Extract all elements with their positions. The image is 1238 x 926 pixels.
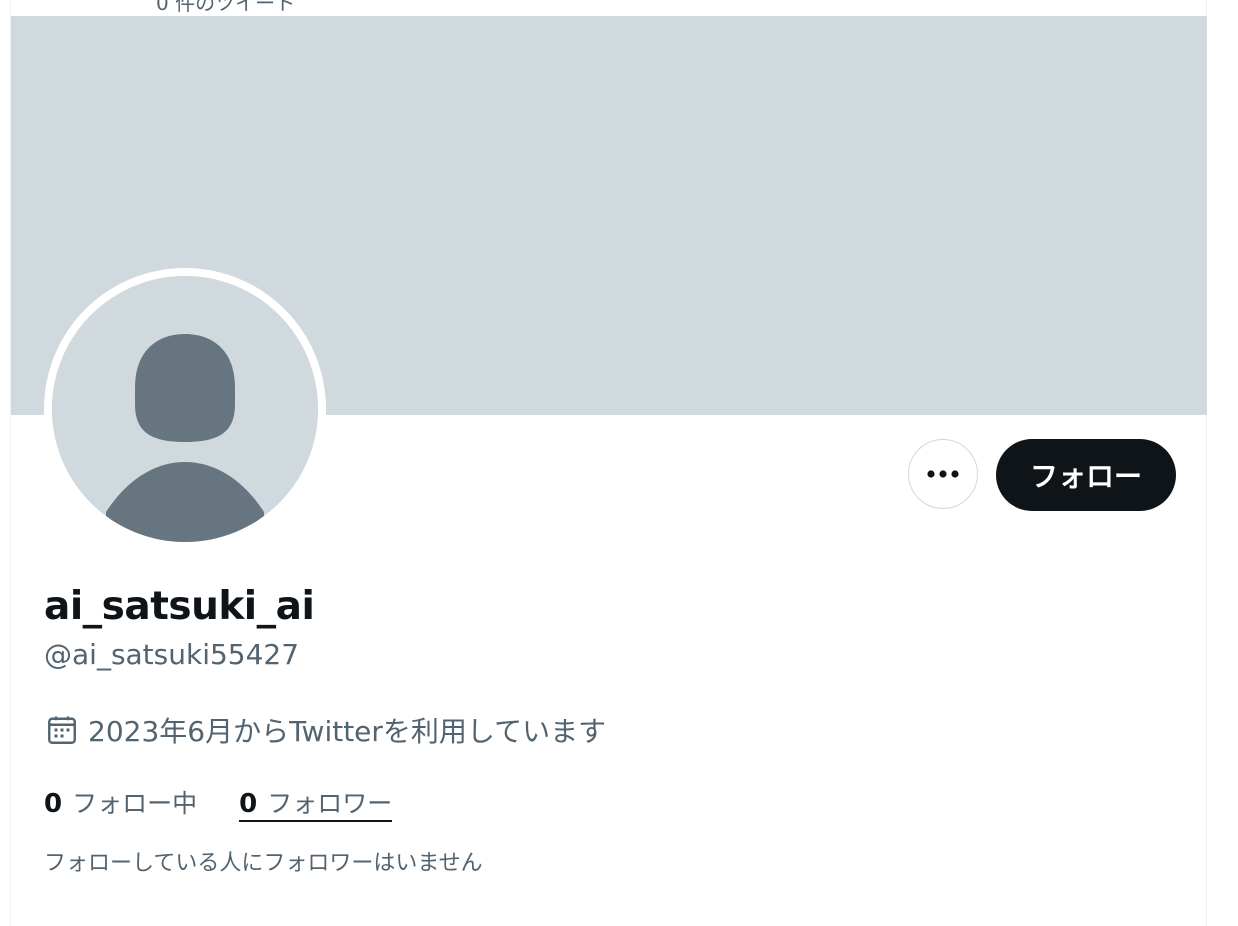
user-handle: @ai_satsuki55427	[44, 638, 300, 671]
join-date: 2023年6月からTwitterを利用しています	[44, 712, 606, 748]
followers-you-know: フォローしている人にフォロワーはいません	[44, 851, 483, 876]
followers-count: 0	[239, 789, 258, 819]
avatar[interactable]	[44, 268, 326, 550]
following-link[interactable]: 0 フォロー中	[44, 784, 197, 820]
following-count: 0	[44, 789, 63, 819]
default-avatar-icon	[52, 276, 318, 542]
more-horizontal-icon	[927, 470, 959, 478]
followers-label: フォロワー	[267, 789, 393, 818]
follow-button[interactable]: フォロー	[996, 439, 1176, 511]
join-date-text: 2023年6月からTwitterを利用しています	[88, 715, 607, 748]
followers-link[interactable]: 0 フォロワー	[239, 784, 393, 822]
calendar-icon	[48, 716, 76, 744]
more-button[interactable]	[908, 439, 978, 509]
tweet-count: 0 件のツイート	[156, 0, 296, 15]
following-label: フォロー中	[72, 789, 198, 818]
display-name: ai_satsuki_ai	[44, 584, 315, 629]
profile-column: 0 件のツイート フォロー ai_satsuki_ai @ai_satsuki5…	[10, 0, 1207, 926]
follow-stats: 0 フォロー中 0 フォロワー	[44, 784, 393, 822]
